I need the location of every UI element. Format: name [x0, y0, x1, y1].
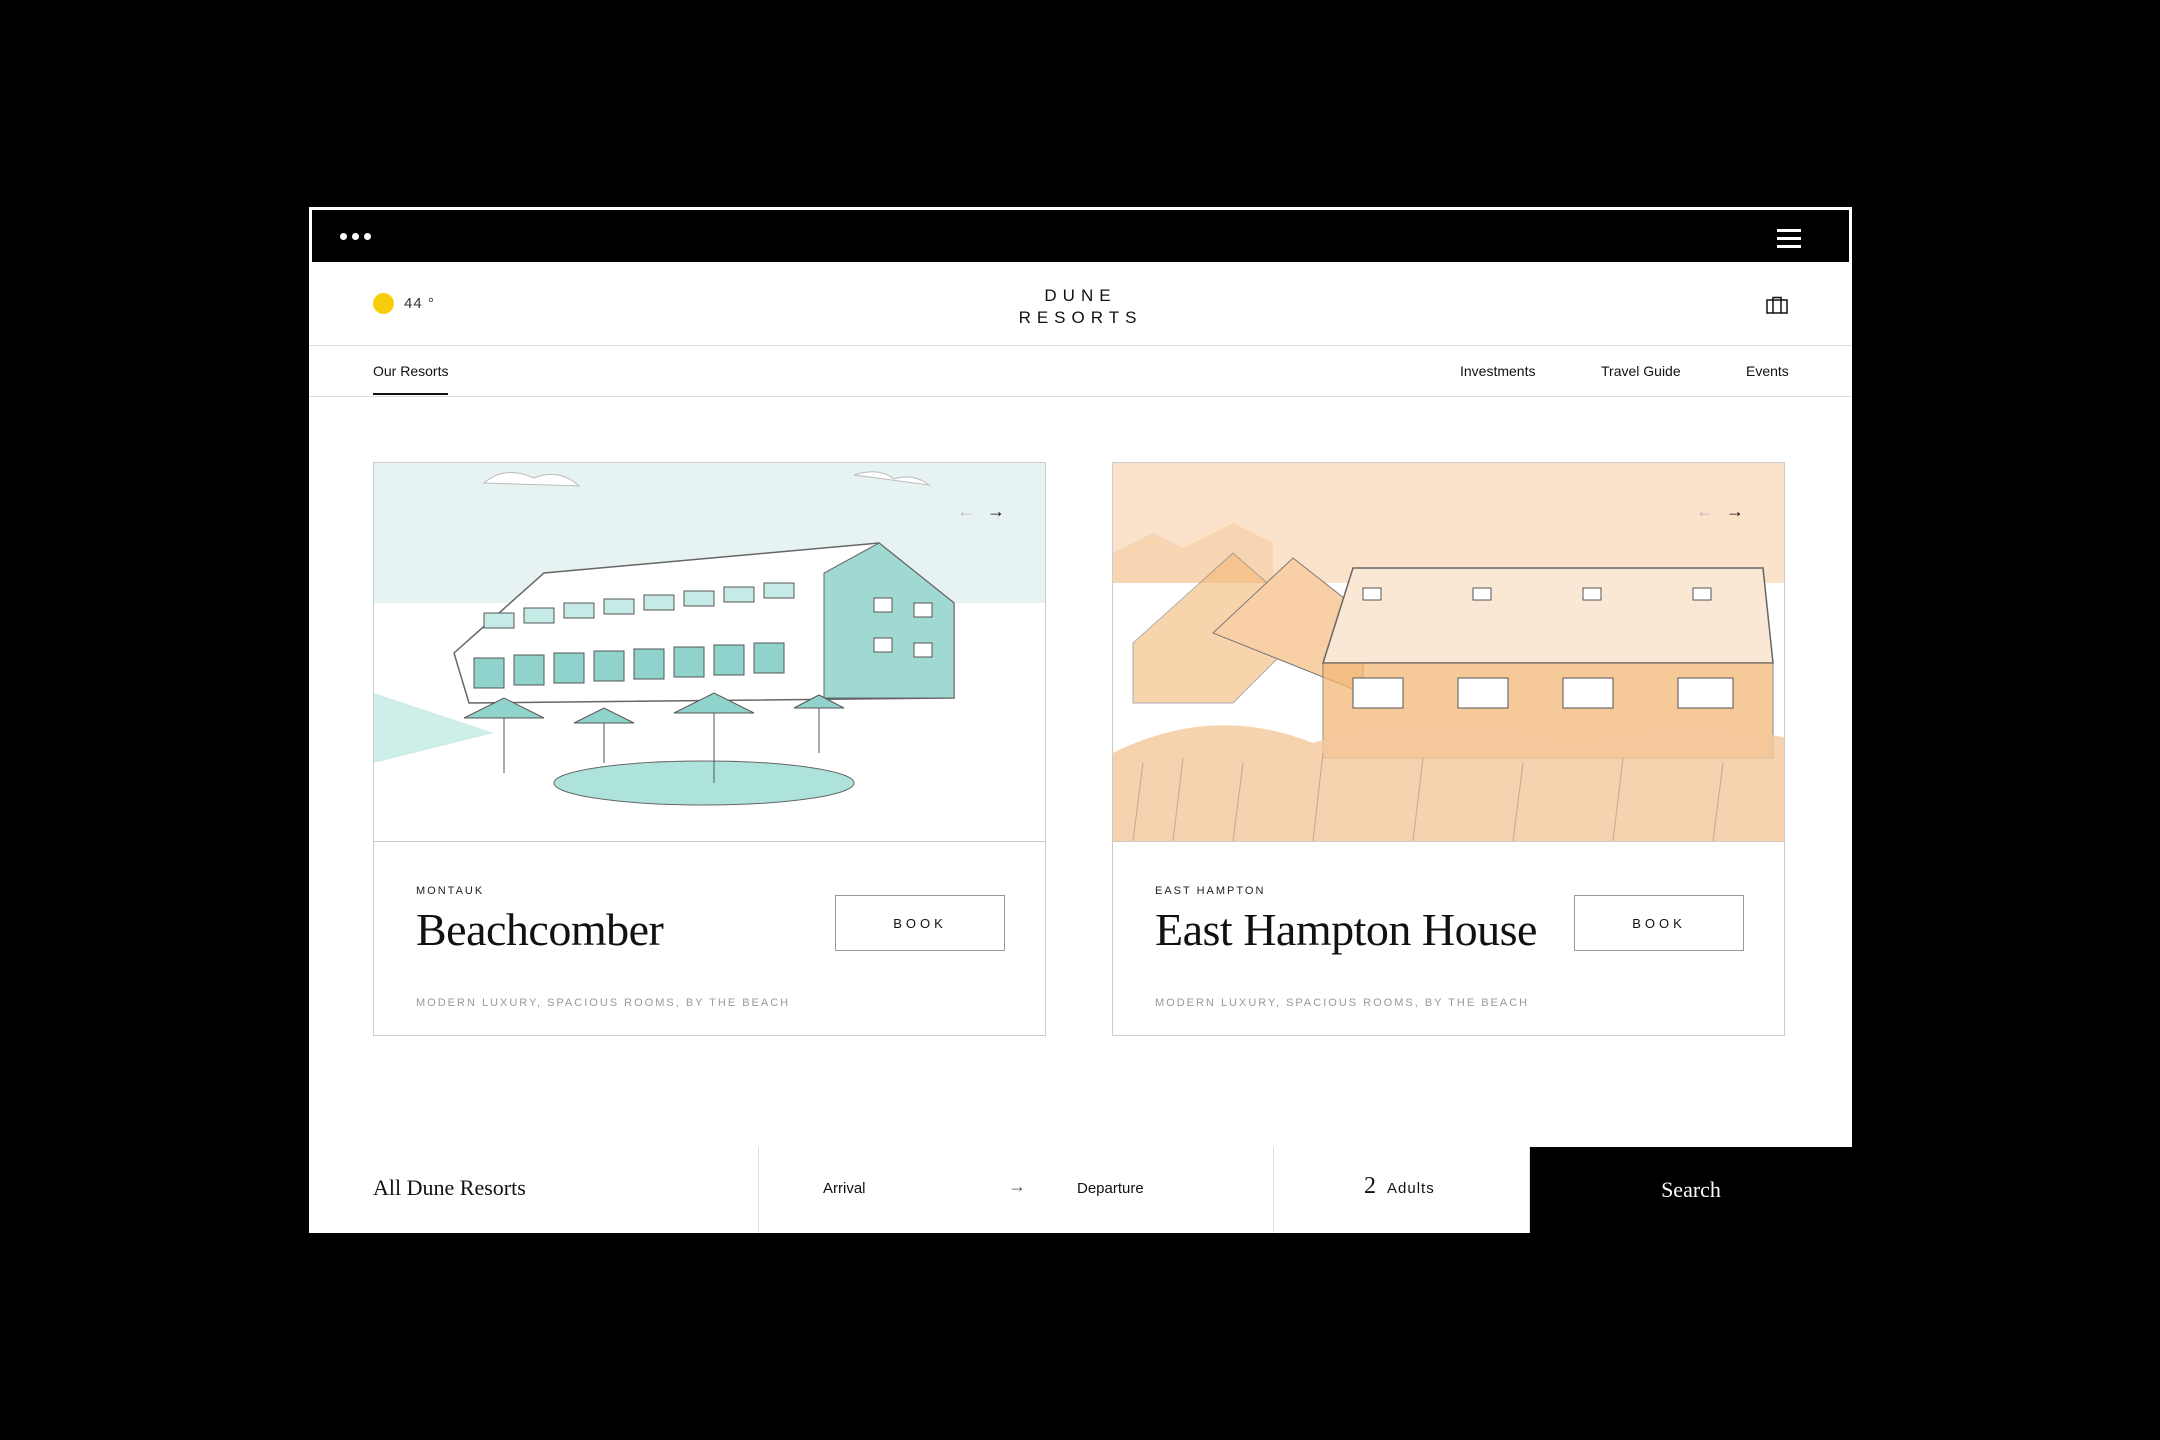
resort-illustration: ← → [374, 463, 1045, 842]
nav-investments[interactable]: Investments [1460, 363, 1535, 379]
arrival-field[interactable]: Arrival [823, 1180, 866, 1197]
booking-bar: All Dune Resorts Arrival → Departure 2 A… [309, 1147, 1852, 1235]
resort-illustration: ← → [1113, 463, 1784, 842]
beachcomber-sketch [374, 463, 1045, 841]
site-logo[interactable]: DUNE RESORTS [309, 285, 1852, 329]
resort-tagline: MODERN LUXURY, SPACIOUS ROOMS, BY THE BE… [1155, 997, 1530, 1009]
resort-tagline: MODERN LUXURY, SPACIOUS ROOMS, BY THE BE… [416, 997, 791, 1009]
resort-card-east-hampton-house: ← → EAST HAMPTON East Hampton House BOOK… [1112, 462, 1785, 1036]
guest-selector[interactable]: 2 Adults [1274, 1147, 1530, 1233]
browser-window: 44 ° DUNE RESORTS Our Resorts Investment… [309, 207, 1852, 1235]
resort-card-beachcomber: ← → MONTAUK Beachcomber BOOK MODERN LUXU… [373, 462, 1046, 1036]
carousel-arrows: ← → [957, 501, 1005, 522]
nav-events[interactable]: Events [1746, 363, 1789, 379]
resort-location: MONTAUK [416, 885, 485, 897]
resort-selector[interactable]: All Dune Resorts [309, 1147, 759, 1233]
adults-count: 2 [1364, 1173, 1376, 1199]
more-options-icon[interactable] [340, 233, 371, 240]
book-button[interactable]: BOOK [1574, 895, 1744, 951]
nav-travel-guide[interactable]: Travel Guide [1601, 363, 1681, 379]
logo-line-1: DUNE [1044, 286, 1117, 305]
book-button[interactable]: BOOK [835, 895, 1005, 951]
suitcase-icon[interactable] [1766, 296, 1788, 314]
resort-name[interactable]: East Hampton House [1155, 903, 1537, 956]
resort-name[interactable]: Beachcomber [416, 903, 664, 956]
site-header: 44 ° DUNE RESORTS [309, 265, 1852, 346]
arrow-right-icon: → [1008, 1176, 1026, 1196]
date-range-picker: Arrival → Departure [759, 1147, 1274, 1233]
resort-selector-label: All Dune Resorts [373, 1175, 526, 1200]
carousel-arrows: ← → [1696, 501, 1744, 522]
logo-line-2: RESORTS [1018, 308, 1143, 327]
search-button[interactable]: Search [1530, 1147, 1852, 1233]
resort-location: EAST HAMPTON [1155, 885, 1266, 897]
east-hampton-sketch [1113, 463, 1784, 841]
adults-label: Adults [1387, 1180, 1435, 1197]
arrow-right-icon[interactable]: → [987, 501, 1005, 522]
arrow-left-icon[interactable]: ← [1696, 501, 1714, 522]
main-nav: Our Resorts Investments Travel Guide Eve… [309, 346, 1852, 397]
app-chrome-bar [309, 207, 1852, 265]
departure-field[interactable]: Departure [1077, 1180, 1144, 1197]
hamburger-menu-icon[interactable] [1777, 229, 1801, 249]
page: 44 ° DUNE RESORTS Our Resorts Investment… [309, 265, 1852, 1205]
arrow-right-icon[interactable]: → [1726, 501, 1744, 522]
arrow-left-icon[interactable]: ← [957, 501, 975, 522]
nav-our-resorts[interactable]: Our Resorts [373, 363, 449, 395]
